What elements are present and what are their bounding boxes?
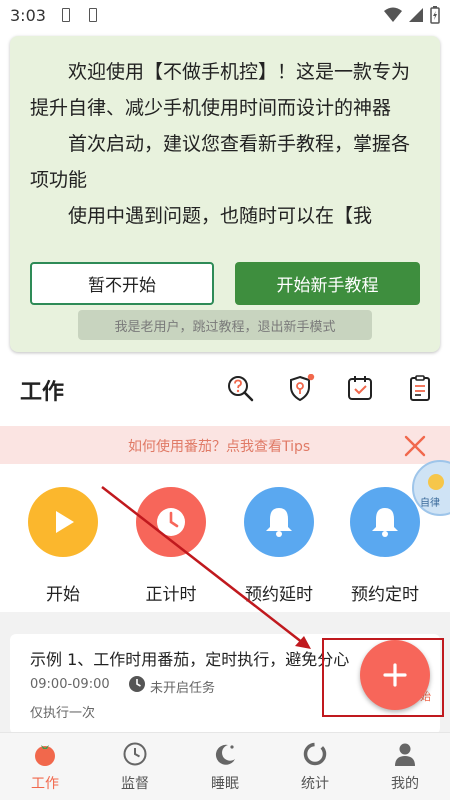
status-time: 3:03 [10,6,46,25]
nav-item-label: 监督 [121,776,149,792]
nav-item-label: 我的 [391,776,419,792]
close-icon[interactable] [402,433,428,459]
nav-item-label: 统计 [301,776,329,792]
task-time-range: 09:00-09:00 [30,677,110,692]
schedule-delay-action-button[interactable] [244,487,314,557]
task-repeat: 仅执行一次 [30,706,96,721]
sim-card-icon [89,8,97,22]
schedule-delay-action-label: 预约延时 [245,585,313,605]
sun-icon [428,474,444,490]
schedule-timed-action-button[interactable] [350,487,420,557]
bell-icon [266,508,292,537]
welcome-paragraph: 首次启动，建议您查看新手教程，掌握各项功能 [30,133,411,191]
welcome-paragraph: 使用中遇到问题，也随时可以在【我 [68,205,373,227]
sim-card-icon [62,8,70,22]
search-question-icon[interactable] [226,374,254,402]
welcome-paragraph: 欢迎使用【不做手机控】！这是一款专为提升自律、减少手机使用时间而设计的神器 [30,61,411,119]
task-title: 示例 1、工作时用番茄，定时执行，避免分心 [30,650,350,669]
wifi-icon [384,7,402,22]
bell-icon [372,508,398,537]
page-title: 工作 [20,380,65,405]
clock-icon [129,676,145,692]
moon-icon [215,744,235,765]
skip-tutorial-button[interactable]: 暂不开始 [30,262,214,305]
count-up-action-label: 正计时 [145,585,197,605]
nav-item-label: 工作 [31,776,59,792]
floating-discipline-badge[interactable]: 自律 [412,460,450,516]
bottom-nav: 工作 监督 睡眠 统计 我的 [0,732,450,800]
clock-icon [123,742,147,766]
play-icon [56,511,74,533]
task-status: 未开启任务 [150,681,216,696]
add-task-button[interactable] [360,640,430,710]
badge-label: 自律 [420,498,440,509]
welcome-message[interactable]: 欢迎使用【不做手机控】！这是一款专为提升自律、减少手机使用时间而设计的神器 首次… [30,54,422,250]
nav-item-stats[interactable]: 统计 [270,733,360,800]
tips-banner[interactable]: 如何使用番茄？点我查看Tips [0,426,450,464]
nav-item-work[interactable]: 工作 [0,733,90,800]
user-icon [395,743,415,766]
nav-item-mine[interactable]: 我的 [360,733,450,800]
start-action-button[interactable] [28,487,98,557]
signal-icon [409,8,423,22]
nav-item-label: 睡眠 [211,776,239,792]
tomato-icon [35,745,55,766]
shield-key-icon[interactable] [287,374,315,402]
status-bar: 3:03 [0,0,450,30]
battery-icon [430,6,440,24]
clock-icon [157,508,185,536]
ring-chart-icon [303,742,327,766]
start-tutorial-button[interactable]: 开始新手教程 [235,262,420,305]
schedule-timed-action-label: 预约定时 [351,585,419,605]
old-user-skip-button[interactable]: 我是老用户，跳过教程，退出新手模式 [78,310,372,340]
nav-item-sleep[interactable]: 睡眠 [180,733,270,800]
count-up-action-button[interactable] [136,487,206,557]
nav-item-supervise[interactable]: 监督 [90,733,180,800]
clipboard-list-icon[interactable] [406,374,434,402]
welcome-card: 欢迎使用【不做手机控】！这是一款专为提升自律、减少手机使用时间而设计的神器 首次… [10,36,440,352]
calendar-check-icon[interactable] [346,374,374,402]
tips-link[interactable]: 如何使用番茄？点我查看Tips [128,436,310,456]
plus-icon [383,663,407,687]
start-action-label: 开始 [46,585,80,605]
